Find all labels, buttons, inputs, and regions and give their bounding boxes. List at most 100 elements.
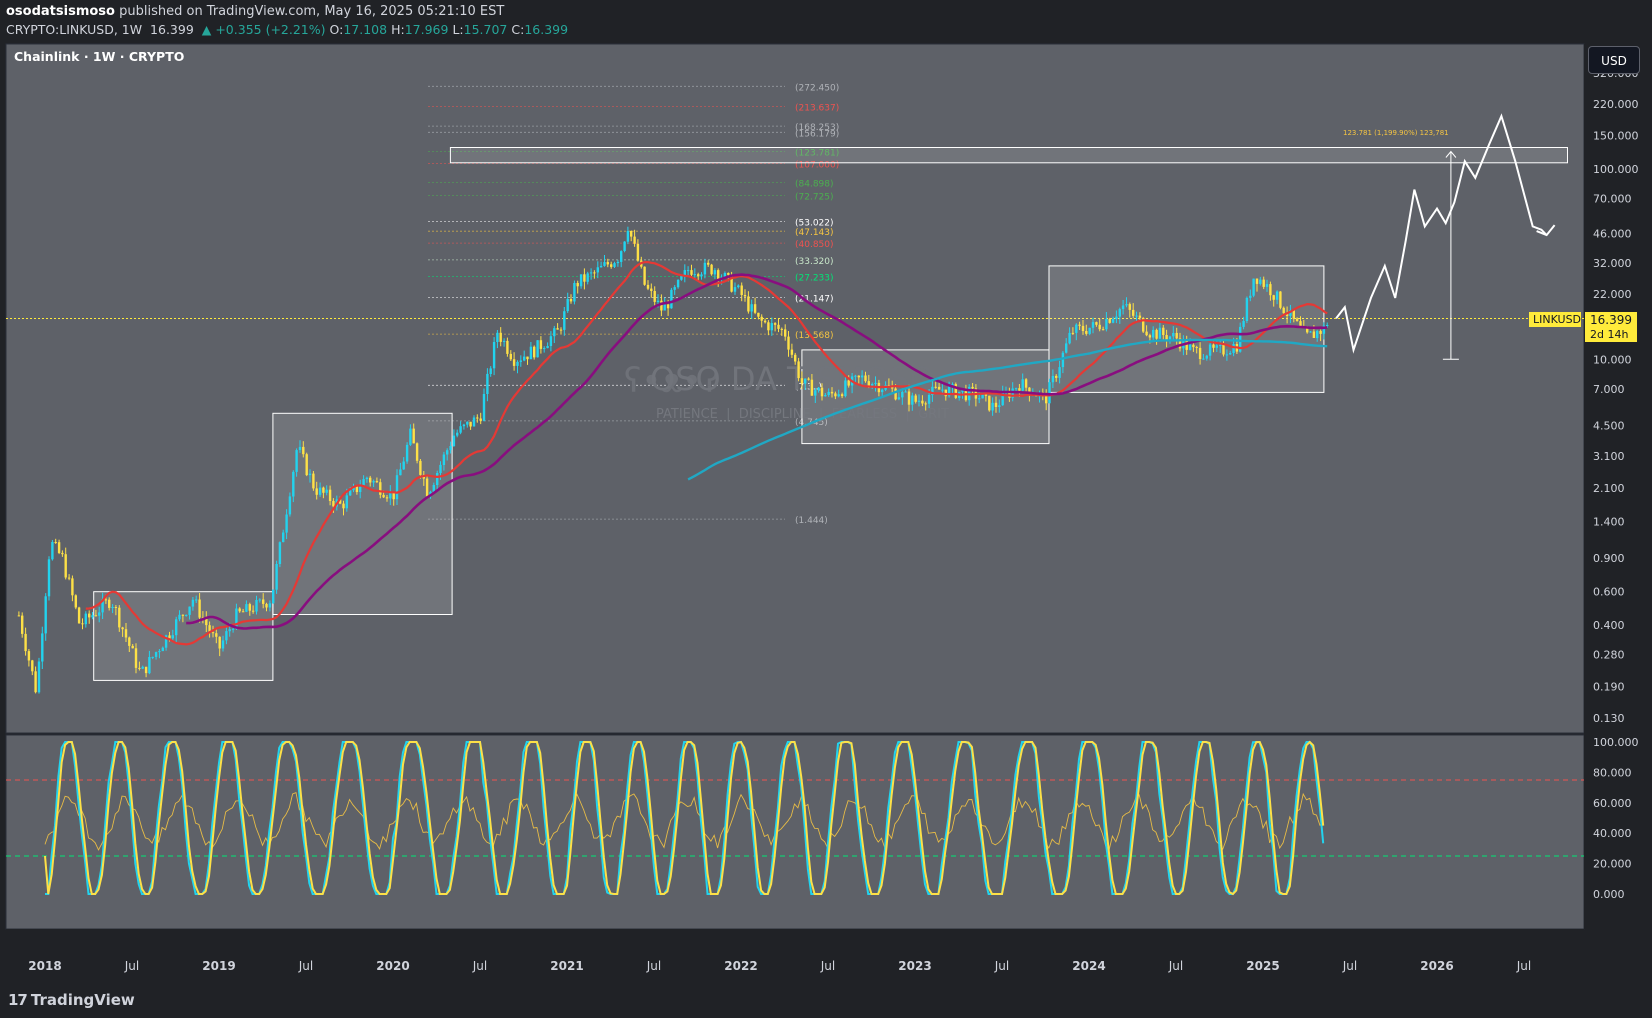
- candle-body: [399, 469, 402, 476]
- time-tick-label: 2026: [1420, 959, 1453, 973]
- candle-body: [1078, 324, 1081, 326]
- candle-body: [881, 389, 884, 393]
- candle-body: [780, 328, 783, 330]
- fib-label: (27.233): [795, 274, 834, 284]
- candle-body: [1326, 325, 1329, 326]
- price-tick-label: 0.900: [1593, 552, 1625, 565]
- candle-body: [195, 599, 198, 601]
- candle-body: [670, 289, 673, 309]
- candle-body: [686, 270, 690, 272]
- price-badge-symbol: LINKUSD: [1533, 313, 1581, 326]
- candle-body: [211, 632, 215, 634]
- candle-body: [516, 361, 519, 366]
- candle-body: [71, 578, 74, 596]
- candle-body: [790, 349, 794, 355]
- candle-body: [322, 487, 325, 493]
- candle-body: [1111, 319, 1115, 323]
- candle-body: [151, 656, 154, 658]
- candle-body: [840, 394, 844, 397]
- currency-button[interactable]: USD: [1588, 46, 1640, 74]
- watermark-tagline: PATIENCE | DISCIPLINE | FEARLESS | GRIT: [656, 407, 949, 422]
- time-tick-label: Jul: [1342, 959, 1357, 973]
- candle-body: [804, 378, 807, 384]
- candle-body: [1138, 315, 1142, 318]
- publisher-name[interactable]: osodatsismoso: [6, 4, 115, 19]
- candle-body: [573, 283, 576, 302]
- low-value: 15.707: [463, 22, 508, 37]
- candle-body: [134, 648, 138, 668]
- candle-body: [1242, 321, 1245, 327]
- price-chart[interactable]: (272.450)(213.637)(168.253)(156.179)(123…: [0, 40, 1652, 985]
- tradingview-logo[interactable]: 17 TradingView: [8, 991, 135, 1009]
- candle-body: [914, 395, 917, 402]
- candle-body: [539, 340, 543, 349]
- price-tick-label: 2.100: [1593, 482, 1625, 495]
- candle-body: [342, 503, 345, 509]
- candle-body: [864, 375, 867, 382]
- candle-body: [727, 273, 730, 275]
- candle-body: [620, 251, 623, 262]
- fib-label: (156.179): [795, 129, 839, 139]
- candle-body: [904, 391, 907, 393]
- candle-body: [268, 603, 272, 608]
- candle-body: [439, 464, 442, 473]
- candle-body: [1265, 284, 1269, 287]
- candle-body: [312, 473, 315, 489]
- candle-body: [927, 395, 931, 404]
- price-tick-label: 32.000: [1593, 257, 1632, 270]
- candle-body: [365, 477, 369, 480]
- candle-body: [750, 304, 753, 312]
- candle-body: [114, 607, 118, 608]
- indicator-tick-label: 0.000: [1593, 888, 1625, 901]
- candle-body: [138, 667, 141, 669]
- candle-body: [737, 285, 740, 288]
- candle-body: [181, 614, 185, 616]
- candle-body: [506, 340, 509, 354]
- candle-body: [231, 628, 235, 630]
- candle-body: [743, 295, 747, 297]
- candle-body: [814, 390, 817, 396]
- candle-body: [1158, 327, 1162, 339]
- candle-body: [452, 435, 456, 447]
- tradingview-logo-icon: 17: [8, 991, 28, 1009]
- publisher-line: osodatsismoso published on TradingView.c…: [6, 4, 504, 19]
- candle-body: [660, 300, 663, 311]
- candle-body: [1232, 344, 1235, 353]
- symbol-label[interactable]: CRYPTO:LINKUSD, 1W: [6, 22, 142, 37]
- ohlc-line: CRYPTO:LINKUSD, 1W 16.399 ▲ +0.355 (+2.2…: [6, 22, 568, 37]
- candle-body: [663, 304, 666, 311]
- candle-body: [67, 577, 71, 579]
- candle-body: [1162, 327, 1165, 335]
- candle-body: [1101, 329, 1105, 331]
- time-tick-label: 2018: [28, 959, 61, 973]
- candle-body: [144, 666, 148, 674]
- candle-body: [1282, 307, 1285, 314]
- candle-body: [228, 629, 231, 632]
- candle-body: [549, 336, 553, 346]
- candle-body: [359, 486, 362, 492]
- candle-body: [161, 647, 164, 652]
- candle-body: [1279, 291, 1282, 308]
- candle-body: [753, 304, 757, 313]
- candle-body: [88, 613, 91, 618]
- candle-body: [603, 262, 606, 266]
- candle-body: [553, 328, 556, 337]
- candle-body: [325, 489, 328, 493]
- candle-body: [1175, 333, 1178, 339]
- candle-body: [1132, 309, 1135, 316]
- candle-body: [599, 265, 603, 268]
- candle-body: [215, 633, 218, 637]
- candle-body: [1292, 310, 1295, 319]
- close-value: 16.399: [524, 22, 569, 37]
- time-axis-labels: 2018 Jul 2019 Jul 2020 Jul 2021 Jul 2022 Jul 2023 J…: [28, 959, 1531, 973]
- candle-body: [1018, 388, 1021, 391]
- candle-body: [305, 454, 308, 476]
- candle-body: [285, 514, 288, 533]
- candle-body: [666, 304, 670, 309]
- candle-body: [489, 368, 492, 374]
- candle-body: [1095, 322, 1098, 325]
- time-tick-label: 2024: [1072, 959, 1105, 973]
- time-tick-label: 2022: [724, 959, 757, 973]
- close-label: C:: [511, 22, 525, 37]
- tradingview-brand: TradingView: [30, 991, 135, 1009]
